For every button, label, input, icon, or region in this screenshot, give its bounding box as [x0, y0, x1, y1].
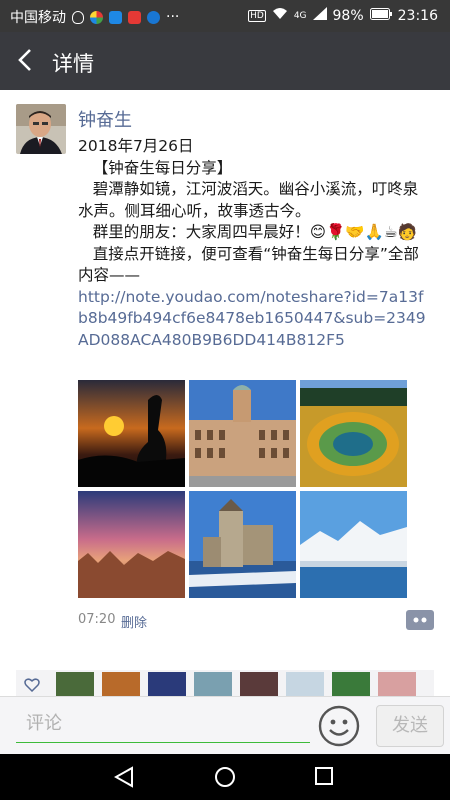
- send-button[interactable]: 发送: [376, 705, 444, 747]
- smiley-icon: [318, 705, 360, 747]
- liker-avatar[interactable]: [378, 672, 416, 696]
- home-circle-icon[interactable]: [214, 766, 236, 788]
- author-avatar[interactable]: [16, 104, 66, 154]
- back-triangle-icon[interactable]: [114, 766, 134, 788]
- hd-badge: HD: [248, 9, 266, 22]
- status-right: HD 4G 98% 23:16: [248, 7, 438, 24]
- battery-icon: [369, 7, 392, 24]
- delete-link[interactable]: 删除: [121, 612, 147, 631]
- post-link[interactable]: http://note.youdao.com/noteshare?id=7a13…: [78, 287, 433, 352]
- post-text: 2018年7月26日 【钟奋生每日分享】 碧潭静如镜，江河波滔天。幽谷小溪流，叮…: [78, 136, 433, 351]
- author-name[interactable]: 钟奋生: [78, 106, 132, 132]
- photo-classical-building[interactable]: [189, 380, 296, 487]
- system-nav-bar: [0, 754, 450, 800]
- app-icon-blue: [109, 10, 122, 24]
- comment-input[interactable]: [16, 705, 310, 743]
- app-icon-weibo: [147, 10, 160, 24]
- back-button[interactable]: [14, 46, 38, 74]
- battery-percent: 98%: [332, 7, 364, 24]
- photo-castle[interactable]: [189, 491, 296, 598]
- carrier-label: 中国移动: [10, 10, 66, 26]
- nav-bar: 详情: [0, 32, 450, 90]
- heart-icon: [24, 678, 40, 692]
- photo-sunset-crane[interactable]: [78, 380, 185, 487]
- photo-hot-spring[interactable]: [300, 380, 407, 487]
- liker-avatar[interactable]: [332, 672, 370, 696]
- post-time: 07:20: [78, 612, 116, 627]
- post-instruction: 直接点开链接，便可查看“钟奋生每日分享”全部内容——: [78, 244, 419, 285]
- shield-icon: [72, 10, 84, 24]
- likes-row: [16, 670, 434, 696]
- comment-like-button[interactable]: [406, 610, 434, 630]
- emoji-button[interactable]: [318, 705, 360, 747]
- app-icon-red: [128, 10, 141, 24]
- liker-avatar[interactable]: [148, 672, 186, 696]
- liker-avatar[interactable]: [240, 672, 278, 696]
- post-date: 2018年7月26日: [78, 137, 194, 155]
- network-type: 4G: [293, 10, 307, 21]
- liker-avatar[interactable]: [102, 672, 140, 696]
- back-arrow-icon: [18, 49, 31, 71]
- liker-avatar[interactable]: [286, 672, 324, 696]
- liker-avatar[interactable]: [194, 672, 232, 696]
- recents-square-icon[interactable]: [314, 766, 334, 786]
- post-tag: 【钟奋生每日分享】: [78, 158, 233, 177]
- status-left: 中国移动 ···: [10, 7, 179, 27]
- more-dots-icon: [413, 617, 427, 623]
- signal-icon: [312, 7, 327, 24]
- status-bar: 中国移动 ··· HD 4G 98% 23:16: [0, 0, 450, 32]
- more-notifications: ···: [166, 9, 180, 25]
- moment-post: 钟奋生 2018年7月26日 【钟奋生每日分享】 碧潭静如镜，江河波滔天。幽谷小…: [0, 90, 450, 660]
- liker-avatar[interactable]: [56, 672, 94, 696]
- post-paragraph: 碧潭静如镜，江河波滔天。幽谷小溪流，叮咚泉水声。侧耳细心听，故事透古今。: [78, 180, 419, 220]
- app-icon-colorful: [90, 10, 103, 24]
- page-title: 详情: [52, 52, 94, 76]
- photo-snow-mountain-lake[interactable]: [300, 491, 407, 598]
- photo-grid: [78, 380, 408, 598]
- photo-canyon-sunset[interactable]: [78, 491, 185, 598]
- clock: 23:16: [397, 7, 438, 24]
- wifi-icon: [272, 7, 288, 24]
- comment-bar: 发送: [0, 696, 450, 755]
- post-greeting: 群里的朋友：大家周四早晨好！😊🌹🤝🙏☕🧑: [78, 223, 418, 241]
